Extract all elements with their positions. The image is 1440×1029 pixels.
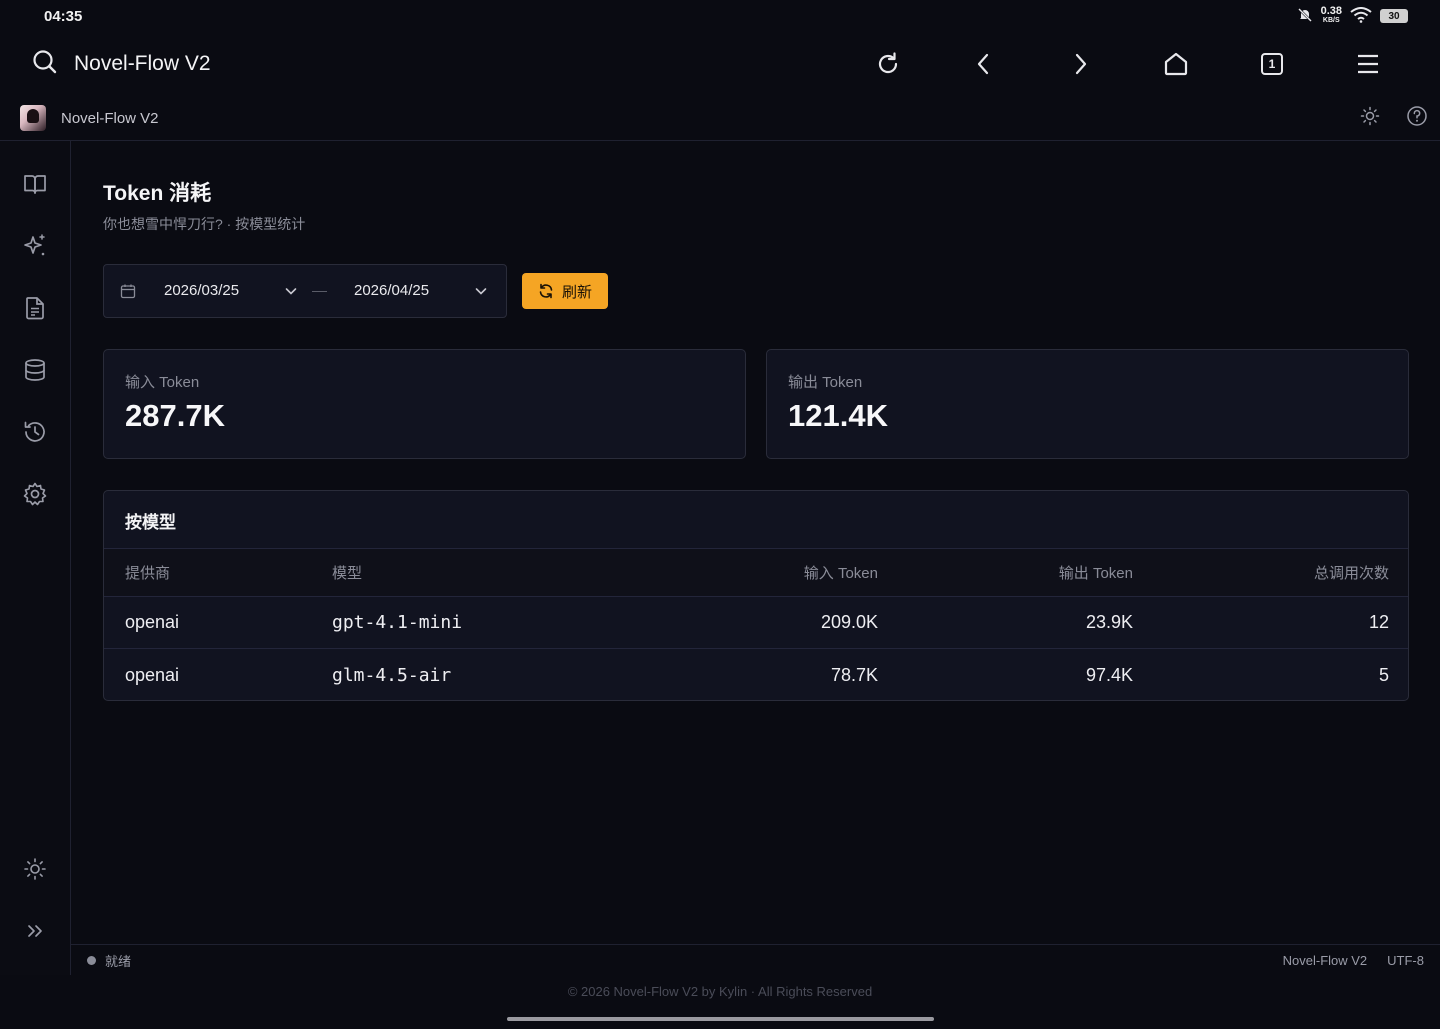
date-separator xyxy=(312,291,327,292)
header-output-token: 输出 Token xyxy=(1058,565,1133,582)
chevron-right-icon xyxy=(1075,53,1087,75)
cell-provider: openai xyxy=(125,612,180,632)
refresh-button[interactable]: 刷新 xyxy=(522,273,608,309)
status-dot-icon xyxy=(87,955,96,965)
app-avatar xyxy=(20,105,46,131)
end-date-value[interactable]: 2026/04/25 xyxy=(354,282,429,299)
forward-button[interactable] xyxy=(1032,40,1128,88)
clock: 04:35 xyxy=(44,7,83,25)
status-icons: 0.38 KB/S 30 xyxy=(1297,5,1408,26)
chevrons-right-icon xyxy=(28,925,42,937)
calendar-icon xyxy=(120,283,136,304)
net-speed: 0.38 KB/S xyxy=(1320,5,1342,25)
sidebar-item-database[interactable] xyxy=(21,356,49,384)
refresh-icon xyxy=(539,283,553,299)
browser-url-title[interactable]: Novel-Flow V2 xyxy=(74,52,840,76)
header-model: 模型 xyxy=(332,565,363,582)
wifi-icon xyxy=(1350,6,1372,26)
reload-icon xyxy=(878,52,898,74)
chevron-down-icon[interactable] xyxy=(284,284,298,303)
search-icon[interactable] xyxy=(32,49,58,80)
cell-provider: openai xyxy=(125,664,180,685)
home-button[interactable] xyxy=(1128,40,1224,88)
cell-output-token: 97.4K xyxy=(1085,664,1133,685)
history-icon xyxy=(24,421,45,442)
sidebar-expand-button[interactable] xyxy=(21,917,49,945)
table-title: 按模型 xyxy=(125,513,176,532)
database-icon xyxy=(25,359,45,381)
chevron-left-icon xyxy=(977,53,989,75)
date-range-picker[interactable]: 2026/03/25 2026/04/25 xyxy=(103,264,507,318)
sidebar-item-documents[interactable] xyxy=(21,294,49,322)
app-header: Novel-Flow V2 xyxy=(0,96,1440,141)
input-token-card: 输入 Token 287.7K xyxy=(103,349,746,459)
cell-model: glm-4.5-air xyxy=(332,664,452,686)
browser-actions: 1 xyxy=(840,40,1416,88)
sidebar-theme-toggle[interactable] xyxy=(21,855,49,883)
gear-icon xyxy=(23,482,47,506)
browser-toolbar: Novel-Flow V2 1 xyxy=(0,32,1440,96)
header-total-calls: 总调用次数 xyxy=(1313,565,1389,582)
book-open-icon xyxy=(24,175,46,194)
app-title: Novel-Flow V2 xyxy=(61,109,159,127)
copyright: © 2026 Novel-Flow V2 by Kylin · All Righ… xyxy=(567,984,873,999)
file-text-icon xyxy=(26,297,44,320)
sidebar-item-settings[interactable] xyxy=(21,480,49,508)
output-token-value: 121.4K xyxy=(788,398,888,433)
system-status-bar: 04:35 0.38 KB/S 30 xyxy=(0,0,1440,32)
chevron-down-icon[interactable] xyxy=(474,284,488,303)
help-icon[interactable] xyxy=(1406,105,1428,132)
bell-off-icon xyxy=(1297,7,1313,26)
status-text: 就绪 xyxy=(105,953,132,969)
cell-input-token: 78.7K xyxy=(830,664,878,685)
output-token-card: 输出 Token 121.4K xyxy=(766,349,1409,459)
sparkles-icon xyxy=(24,234,45,256)
cell-input-token: 209.0K xyxy=(820,612,878,632)
model-usage-table: 按模型 提供商 模型 输入 Token 输出 Token 总调用次数 opena… xyxy=(103,490,1409,701)
sidebar-item-library[interactable] xyxy=(21,170,49,198)
refresh-button-label: 刷新 xyxy=(561,283,592,301)
table-row: openai glm-4.5-air 78.7K 97.4K 5 xyxy=(104,648,1408,700)
header-input-token: 输入 Token xyxy=(803,565,878,582)
footer-app-name: Novel-Flow V2 xyxy=(1282,952,1368,968)
net-speed-value: 0.38 xyxy=(1320,5,1342,17)
header-icons xyxy=(1360,105,1428,132)
output-token-label: 输出 Token xyxy=(788,374,863,391)
footer-encoding: UTF-8 xyxy=(1387,952,1424,968)
theme-toggle-sun-icon[interactable] xyxy=(1360,106,1380,131)
status-right: Novel-Flow V2 UTF-8 xyxy=(1283,953,1424,968)
gesture-home-bar[interactable] xyxy=(507,1017,934,1021)
cell-total-calls: 12 xyxy=(1368,612,1389,632)
input-token-label: 输入 Token xyxy=(125,374,200,391)
sidebar-item-ai[interactable] xyxy=(21,232,49,260)
tab-count-badge: 1 xyxy=(1261,53,1283,75)
sidebar xyxy=(0,141,71,975)
sun-icon xyxy=(24,858,46,880)
home-icon xyxy=(1164,52,1188,76)
table-header-row: 提供商 模型 输入 Token 输出 Token 总调用次数 xyxy=(104,548,1408,596)
table-row: openai gpt-4.1-mini 209.0K 23.9K 12 xyxy=(104,596,1408,648)
cell-output-token: 23.9K xyxy=(1085,612,1133,632)
sidebar-item-history[interactable] xyxy=(21,418,49,446)
reload-button[interactable] xyxy=(840,40,936,88)
tabs-button[interactable]: 1 xyxy=(1224,40,1320,88)
net-speed-unit: KB/S xyxy=(1322,17,1340,24)
page-subtitle: 你也想雪中悍刀行? · 按模型统计 xyxy=(103,216,306,232)
main-content: Token 消耗 你也想雪中悍刀行? · 按模型统计 2026/03/25 20… xyxy=(71,141,1440,944)
start-date-value[interactable]: 2026/03/25 xyxy=(164,282,239,299)
cell-model: gpt-4.1-mini xyxy=(332,612,463,633)
page-title: Token 消耗 xyxy=(103,182,212,205)
hamburger-menu-icon xyxy=(1358,54,1378,74)
input-token-value: 287.7K xyxy=(125,398,225,433)
menu-button[interactable] xyxy=(1320,40,1416,88)
header-provider: 提供商 xyxy=(125,565,171,582)
battery-icon: 30 xyxy=(1380,9,1408,23)
cell-total-calls: 5 xyxy=(1378,664,1389,685)
back-button[interactable] xyxy=(936,40,1032,88)
status-footer: 就绪 Novel-Flow V2 UTF-8 xyxy=(71,944,1440,975)
